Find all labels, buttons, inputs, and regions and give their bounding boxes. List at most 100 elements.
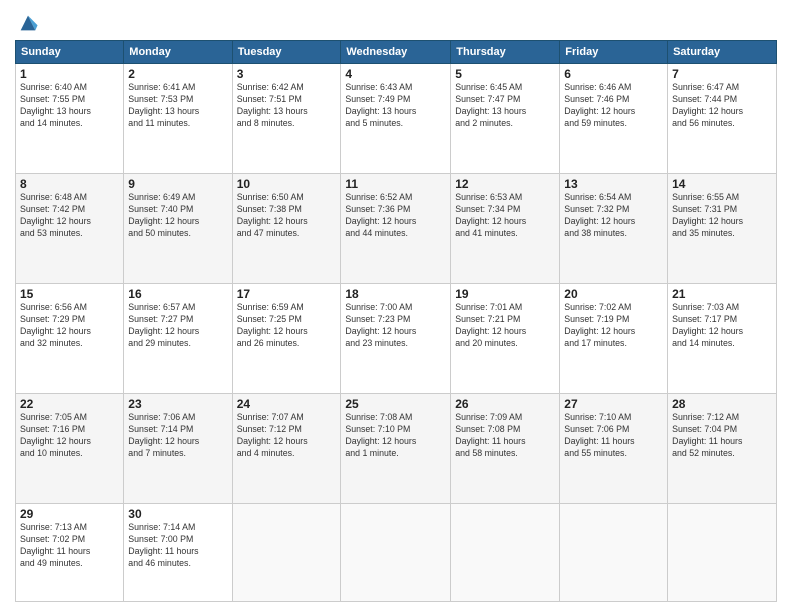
calendar-cell bbox=[341, 503, 451, 601]
day-info: Sunrise: 7:06 AMSunset: 7:14 PMDaylight:… bbox=[128, 412, 227, 460]
day-number: 3 bbox=[237, 67, 337, 81]
calendar-table: SundayMondayTuesdayWednesdayThursdayFrid… bbox=[15, 40, 777, 602]
calendar-cell: 8Sunrise: 6:48 AMSunset: 7:42 PMDaylight… bbox=[16, 173, 124, 283]
calendar-cell: 11Sunrise: 6:52 AMSunset: 7:36 PMDayligh… bbox=[341, 173, 451, 283]
calendar-cell: 27Sunrise: 7:10 AMSunset: 7:06 PMDayligh… bbox=[560, 393, 668, 503]
day-number: 10 bbox=[237, 177, 337, 191]
calendar-cell: 16Sunrise: 6:57 AMSunset: 7:27 PMDayligh… bbox=[124, 283, 232, 393]
day-number: 21 bbox=[672, 287, 772, 301]
calendar-cell: 9Sunrise: 6:49 AMSunset: 7:40 PMDaylight… bbox=[124, 173, 232, 283]
calendar-cell bbox=[668, 503, 777, 601]
day-number: 16 bbox=[128, 287, 227, 301]
calendar-week-5: 29Sunrise: 7:13 AMSunset: 7:02 PMDayligh… bbox=[16, 503, 777, 601]
calendar-cell: 17Sunrise: 6:59 AMSunset: 7:25 PMDayligh… bbox=[232, 283, 341, 393]
calendar-cell: 25Sunrise: 7:08 AMSunset: 7:10 PMDayligh… bbox=[341, 393, 451, 503]
calendar-cell: 14Sunrise: 6:55 AMSunset: 7:31 PMDayligh… bbox=[668, 173, 777, 283]
logo bbox=[15, 14, 39, 34]
day-info: Sunrise: 6:46 AMSunset: 7:46 PMDaylight:… bbox=[564, 82, 663, 130]
day-number: 5 bbox=[455, 67, 555, 81]
calendar-cell: 15Sunrise: 6:56 AMSunset: 7:29 PMDayligh… bbox=[16, 283, 124, 393]
day-number: 4 bbox=[345, 67, 446, 81]
day-number: 11 bbox=[345, 177, 446, 191]
day-info: Sunrise: 6:59 AMSunset: 7:25 PMDaylight:… bbox=[237, 302, 337, 350]
day-number: 8 bbox=[20, 177, 119, 191]
col-header-saturday: Saturday bbox=[668, 41, 777, 64]
day-number: 18 bbox=[345, 287, 446, 301]
day-number: 25 bbox=[345, 397, 446, 411]
day-number: 1 bbox=[20, 67, 119, 81]
day-info: Sunrise: 6:43 AMSunset: 7:49 PMDaylight:… bbox=[345, 82, 446, 130]
day-info: Sunrise: 6:48 AMSunset: 7:42 PMDaylight:… bbox=[20, 192, 119, 240]
day-number: 22 bbox=[20, 397, 119, 411]
calendar-cell: 23Sunrise: 7:06 AMSunset: 7:14 PMDayligh… bbox=[124, 393, 232, 503]
day-number: 28 bbox=[672, 397, 772, 411]
day-number: 29 bbox=[20, 507, 119, 521]
calendar-cell: 7Sunrise: 6:47 AMSunset: 7:44 PMDaylight… bbox=[668, 64, 777, 174]
day-info: Sunrise: 6:57 AMSunset: 7:27 PMDaylight:… bbox=[128, 302, 227, 350]
day-number: 9 bbox=[128, 177, 227, 191]
day-number: 20 bbox=[564, 287, 663, 301]
day-info: Sunrise: 6:52 AMSunset: 7:36 PMDaylight:… bbox=[345, 192, 446, 240]
day-number: 19 bbox=[455, 287, 555, 301]
logo-text bbox=[15, 14, 39, 34]
calendar-cell: 26Sunrise: 7:09 AMSunset: 7:08 PMDayligh… bbox=[451, 393, 560, 503]
day-info: Sunrise: 6:49 AMSunset: 7:40 PMDaylight:… bbox=[128, 192, 227, 240]
calendar-cell bbox=[560, 503, 668, 601]
col-header-tuesday: Tuesday bbox=[232, 41, 341, 64]
calendar-cell: 13Sunrise: 6:54 AMSunset: 7:32 PMDayligh… bbox=[560, 173, 668, 283]
day-info: Sunrise: 7:10 AMSunset: 7:06 PMDaylight:… bbox=[564, 412, 663, 460]
col-header-sunday: Sunday bbox=[16, 41, 124, 64]
day-info: Sunrise: 6:50 AMSunset: 7:38 PMDaylight:… bbox=[237, 192, 337, 240]
calendar-week-3: 15Sunrise: 6:56 AMSunset: 7:29 PMDayligh… bbox=[16, 283, 777, 393]
day-number: 15 bbox=[20, 287, 119, 301]
calendar-cell: 28Sunrise: 7:12 AMSunset: 7:04 PMDayligh… bbox=[668, 393, 777, 503]
calendar-cell: 22Sunrise: 7:05 AMSunset: 7:16 PMDayligh… bbox=[16, 393, 124, 503]
day-info: Sunrise: 7:03 AMSunset: 7:17 PMDaylight:… bbox=[672, 302, 772, 350]
day-info: Sunrise: 6:45 AMSunset: 7:47 PMDaylight:… bbox=[455, 82, 555, 130]
calendar-cell: 20Sunrise: 7:02 AMSunset: 7:19 PMDayligh… bbox=[560, 283, 668, 393]
calendar-cell bbox=[451, 503, 560, 601]
day-info: Sunrise: 7:14 AMSunset: 7:00 PMDaylight:… bbox=[128, 522, 227, 570]
day-number: 24 bbox=[237, 397, 337, 411]
day-info: Sunrise: 6:40 AMSunset: 7:55 PMDaylight:… bbox=[20, 82, 119, 130]
calendar-cell: 2Sunrise: 6:41 AMSunset: 7:53 PMDaylight… bbox=[124, 64, 232, 174]
calendar-cell: 6Sunrise: 6:46 AMSunset: 7:46 PMDaylight… bbox=[560, 64, 668, 174]
calendar-week-2: 8Sunrise: 6:48 AMSunset: 7:42 PMDaylight… bbox=[16, 173, 777, 283]
day-number: 17 bbox=[237, 287, 337, 301]
col-header-thursday: Thursday bbox=[451, 41, 560, 64]
calendar-cell: 3Sunrise: 6:42 AMSunset: 7:51 PMDaylight… bbox=[232, 64, 341, 174]
page: SundayMondayTuesdayWednesdayThursdayFrid… bbox=[0, 0, 792, 612]
day-number: 6 bbox=[564, 67, 663, 81]
calendar-cell: 30Sunrise: 7:14 AMSunset: 7:00 PMDayligh… bbox=[124, 503, 232, 601]
day-number: 23 bbox=[128, 397, 227, 411]
day-info: Sunrise: 6:54 AMSunset: 7:32 PMDaylight:… bbox=[564, 192, 663, 240]
day-info: Sunrise: 7:08 AMSunset: 7:10 PMDaylight:… bbox=[345, 412, 446, 460]
calendar-cell: 29Sunrise: 7:13 AMSunset: 7:02 PMDayligh… bbox=[16, 503, 124, 601]
day-info: Sunrise: 6:56 AMSunset: 7:29 PMDaylight:… bbox=[20, 302, 119, 350]
calendar-cell: 1Sunrise: 6:40 AMSunset: 7:55 PMDaylight… bbox=[16, 64, 124, 174]
day-number: 7 bbox=[672, 67, 772, 81]
calendar-cell: 24Sunrise: 7:07 AMSunset: 7:12 PMDayligh… bbox=[232, 393, 341, 503]
day-info: Sunrise: 6:53 AMSunset: 7:34 PMDaylight:… bbox=[455, 192, 555, 240]
calendar-cell: 4Sunrise: 6:43 AMSunset: 7:49 PMDaylight… bbox=[341, 64, 451, 174]
calendar-cell: 18Sunrise: 7:00 AMSunset: 7:23 PMDayligh… bbox=[341, 283, 451, 393]
day-number: 27 bbox=[564, 397, 663, 411]
calendar-cell: 12Sunrise: 6:53 AMSunset: 7:34 PMDayligh… bbox=[451, 173, 560, 283]
day-info: Sunrise: 7:02 AMSunset: 7:19 PMDaylight:… bbox=[564, 302, 663, 350]
day-number: 2 bbox=[128, 67, 227, 81]
logo-icon bbox=[17, 12, 39, 34]
day-info: Sunrise: 6:41 AMSunset: 7:53 PMDaylight:… bbox=[128, 82, 227, 130]
calendar-week-4: 22Sunrise: 7:05 AMSunset: 7:16 PMDayligh… bbox=[16, 393, 777, 503]
col-header-friday: Friday bbox=[560, 41, 668, 64]
calendar-header-row: SundayMondayTuesdayWednesdayThursdayFrid… bbox=[16, 41, 777, 64]
day-info: Sunrise: 6:47 AMSunset: 7:44 PMDaylight:… bbox=[672, 82, 772, 130]
day-info: Sunrise: 7:07 AMSunset: 7:12 PMDaylight:… bbox=[237, 412, 337, 460]
calendar-week-1: 1Sunrise: 6:40 AMSunset: 7:55 PMDaylight… bbox=[16, 64, 777, 174]
day-info: Sunrise: 6:42 AMSunset: 7:51 PMDaylight:… bbox=[237, 82, 337, 130]
day-info: Sunrise: 7:00 AMSunset: 7:23 PMDaylight:… bbox=[345, 302, 446, 350]
day-info: Sunrise: 6:55 AMSunset: 7:31 PMDaylight:… bbox=[672, 192, 772, 240]
calendar-cell: 10Sunrise: 6:50 AMSunset: 7:38 PMDayligh… bbox=[232, 173, 341, 283]
day-info: Sunrise: 7:09 AMSunset: 7:08 PMDaylight:… bbox=[455, 412, 555, 460]
col-header-wednesday: Wednesday bbox=[341, 41, 451, 64]
calendar-cell: 21Sunrise: 7:03 AMSunset: 7:17 PMDayligh… bbox=[668, 283, 777, 393]
